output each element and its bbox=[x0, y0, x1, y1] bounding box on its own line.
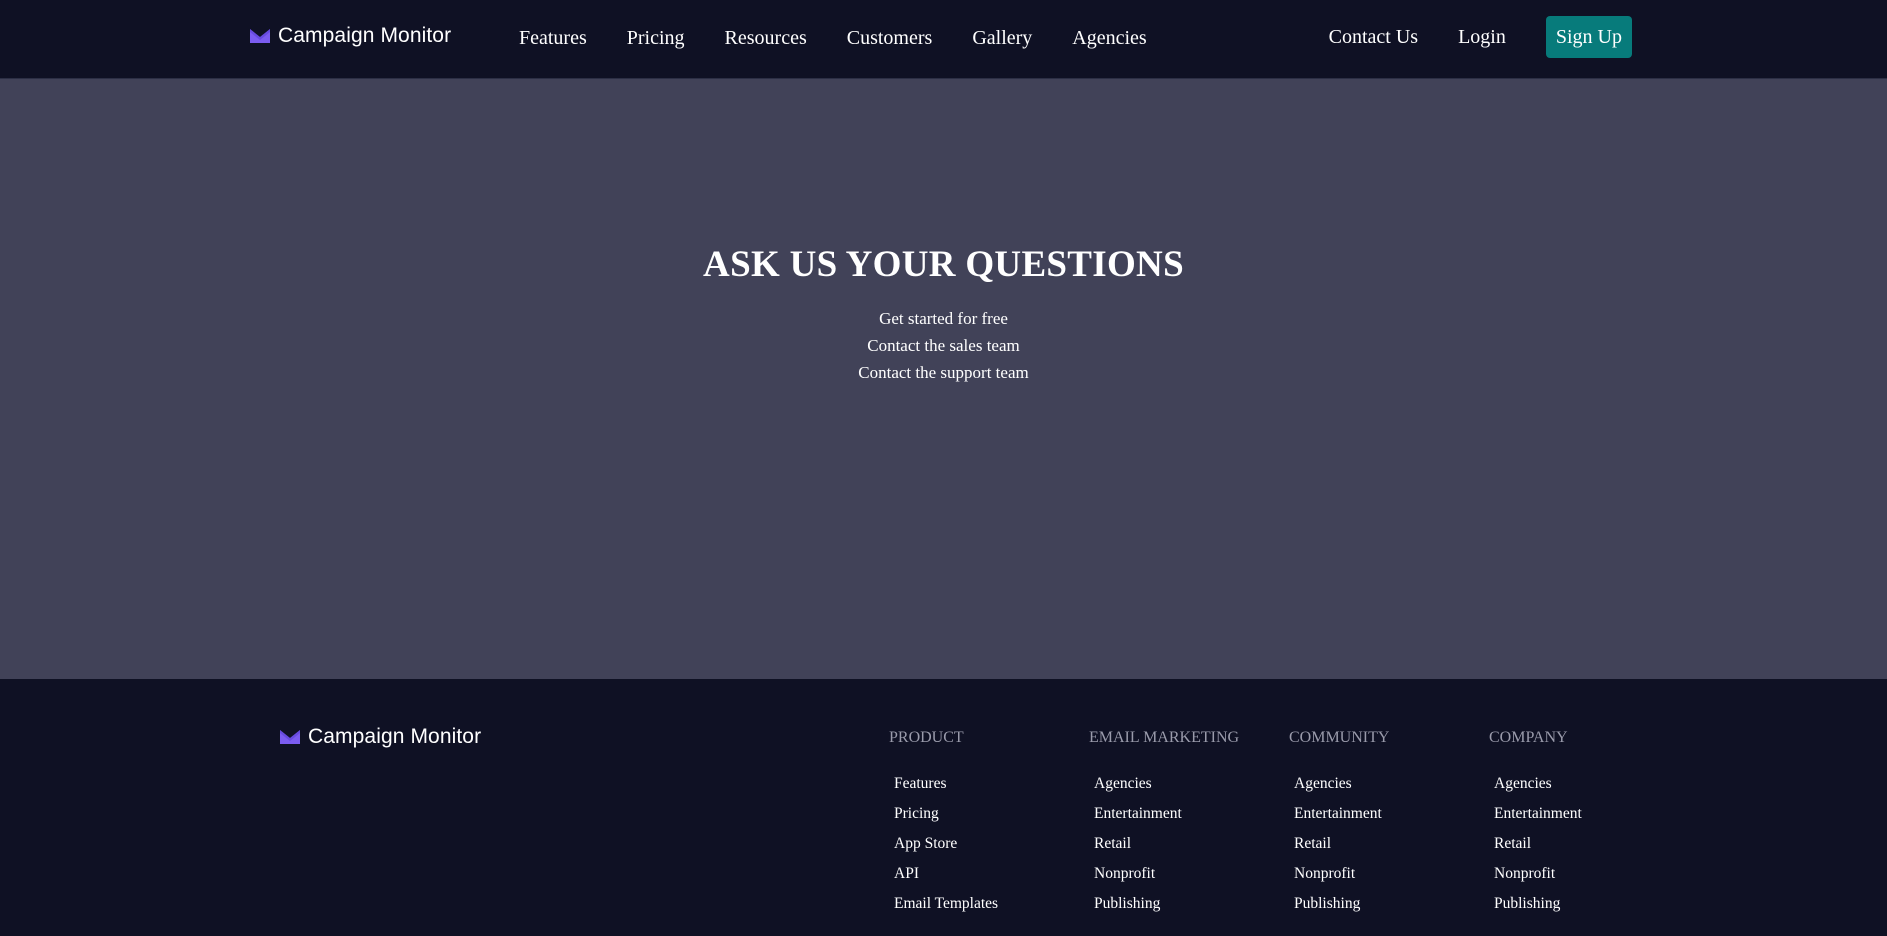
footer-link[interactable]: Entertainment bbox=[1294, 805, 1382, 822]
footer-column-heading: EMAIL MARKETING bbox=[1089, 729, 1240, 746]
get-started-link[interactable]: Get started for free bbox=[0, 305, 1887, 332]
footer-column-email-marketing: EMAIL MARKETING Agencies Entertainment R… bbox=[1089, 729, 1289, 919]
nav-customers[interactable]: Customers bbox=[847, 24, 933, 52]
hero-links: Get started for free Contact the sales t… bbox=[0, 305, 1887, 386]
footer-column-company: COMPANY Agencies Entertainment Retail No… bbox=[1489, 729, 1689, 919]
nav-features[interactable]: Features bbox=[519, 24, 587, 52]
footer-link[interactable]: Publishing bbox=[1094, 895, 1160, 912]
footer-link[interactable]: Agencies bbox=[1494, 775, 1552, 792]
footer-link[interactable]: Nonprofit bbox=[1094, 865, 1155, 882]
footer-link[interactable]: Entertainment bbox=[1094, 805, 1182, 822]
nav-gallery[interactable]: Gallery bbox=[972, 24, 1032, 52]
envelope-m-icon bbox=[250, 29, 270, 43]
footer-link[interactable]: Pricing bbox=[894, 805, 939, 822]
contact-us-link[interactable]: Contact Us bbox=[1329, 23, 1418, 51]
footer-link[interactable]: App Store bbox=[894, 835, 957, 852]
footer-link[interactable]: Agencies bbox=[1294, 775, 1352, 792]
footer-logo-link[interactable]: Campaign Monitor bbox=[280, 725, 481, 749]
contact-sales-link[interactable]: Contact the sales team bbox=[0, 332, 1887, 359]
footer-column-heading: COMPANY bbox=[1489, 729, 1568, 746]
footer-column-heading: PRODUCT bbox=[889, 729, 964, 746]
footer-link[interactable]: Retail bbox=[1294, 835, 1331, 852]
sign-up-button[interactable]: Sign Up bbox=[1545, 16, 1632, 58]
nav-pricing[interactable]: Pricing bbox=[627, 24, 685, 52]
hero-title: ASK US YOUR QUESTIONS bbox=[703, 244, 1184, 285]
footer-link[interactable]: Nonprofit bbox=[1494, 865, 1555, 882]
header-logo-link[interactable]: Campaign Monitor bbox=[250, 24, 451, 48]
account-nav: Contact Us Login Sign Up bbox=[1329, 16, 1632, 58]
nav-resources[interactable]: Resources bbox=[725, 24, 807, 52]
footer-link[interactable]: Nonprofit bbox=[1294, 865, 1355, 882]
site-footer: Campaign Monitor PRODUCT Features Pricin… bbox=[0, 679, 1887, 936]
login-link[interactable]: Login bbox=[1458, 23, 1506, 51]
footer-column-community: COMMUNITY Agencies Entertainment Retail … bbox=[1289, 729, 1489, 919]
site-header: Campaign Monitor Features Pricing Resour… bbox=[0, 0, 1887, 79]
envelope-m-icon bbox=[280, 730, 300, 744]
footer-link[interactable]: Email Templates bbox=[894, 895, 998, 912]
nav-agencies[interactable]: Agencies bbox=[1072, 24, 1146, 52]
footer-column-product: PRODUCT Features Pricing App Store API E… bbox=[889, 729, 1089, 919]
footer-link[interactable]: Retail bbox=[1494, 835, 1531, 852]
footer-link[interactable]: Entertainment bbox=[1494, 805, 1582, 822]
footer-column-heading: COMMUNITY bbox=[1289, 729, 1390, 746]
footer-link[interactable]: Publishing bbox=[1494, 895, 1560, 912]
footer-link[interactable]: API bbox=[894, 865, 919, 882]
footer-link[interactable]: Agencies bbox=[1094, 775, 1152, 792]
footer-link[interactable]: Features bbox=[894, 775, 947, 792]
footer-brand-name: Campaign Monitor bbox=[308, 725, 482, 748]
hero-section: ASK US YOUR QUESTIONS Get started for fr… bbox=[0, 79, 1887, 679]
brand-name: Campaign Monitor bbox=[278, 24, 452, 47]
footer-link[interactable]: Retail bbox=[1094, 835, 1131, 852]
footer-link[interactable]: Publishing bbox=[1294, 895, 1360, 912]
main-nav: Features Pricing Resources Customers Gal… bbox=[519, 24, 1187, 52]
contact-support-link[interactable]: Contact the support team bbox=[0, 359, 1887, 386]
